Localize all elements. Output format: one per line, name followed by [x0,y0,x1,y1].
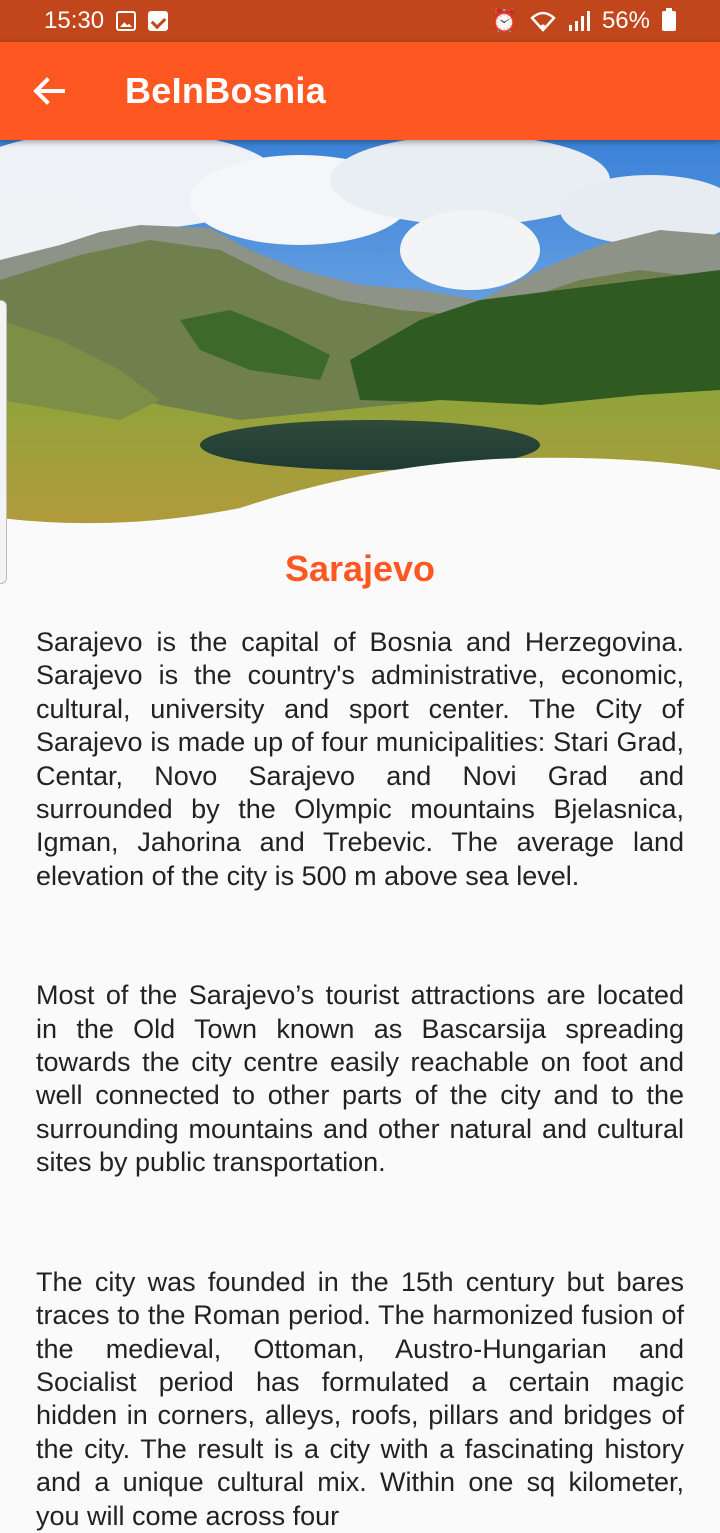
place-title: Sarajevo [284,548,436,589]
article-content: Sarajevo Sarajevo is the capital of Bosn… [36,540,684,1533]
article-paragraph-1: Sarajevo is the capital of Bosnia and He… [36,627,684,891]
battery-icon [662,8,676,31]
hero-image [0,140,720,530]
checkbox-notification-icon [148,11,169,31]
article-paragraph-3: The city was founded in the 15th century… [36,1266,684,1531]
status-right: ⏰ 56% [491,7,676,35]
wifi-icon [530,11,556,32]
mountain-landscape-image [0,140,720,530]
status-bar: 15:30 ⏰ 56% [0,0,720,42]
signal-icon [568,11,590,31]
back-button[interactable] [21,63,77,119]
battery-percent: 56% [601,7,650,34]
status-left: 15:30 [44,7,169,35]
alarm-icon: ⏰ [490,8,518,33]
app-bar: BeInBosnia [0,42,720,140]
drawer-edge-handle[interactable] [0,300,7,584]
gallery-notification-icon [116,11,137,31]
app-title: BeInBosnia [125,70,327,111]
arrow-back-icon [33,77,65,105]
article-paragraph-2: Most of the Sarajevo’s tourist attractio… [36,980,684,1178]
status-time: 15:30 [44,7,105,34]
